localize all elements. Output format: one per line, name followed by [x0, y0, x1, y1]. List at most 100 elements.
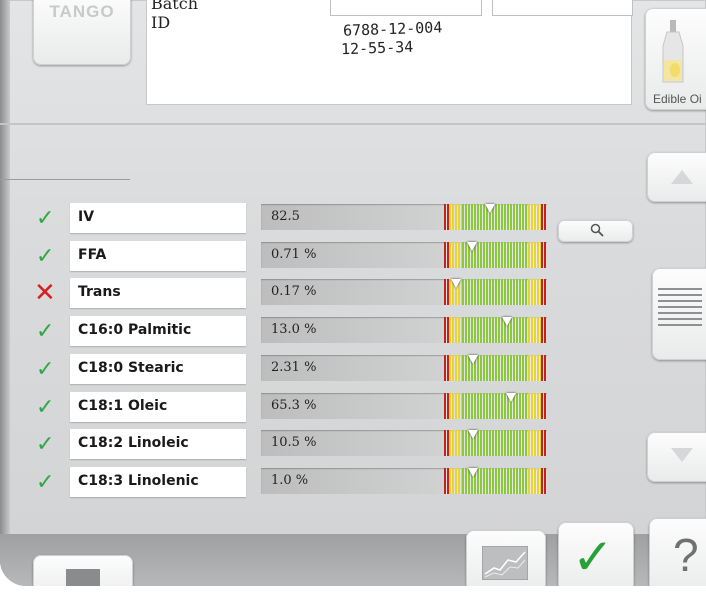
parameter-name: C18:1 Oleic	[78, 398, 168, 414]
value-marker	[468, 355, 478, 364]
pass-check-icon: ✓	[36, 470, 55, 495]
trend-button[interactable]	[466, 530, 546, 586]
tolerance-zone	[528, 468, 541, 494]
tolerance-scale	[444, 242, 546, 268]
result-row[interactable]: ✓ C18:1 Oleic 65.3 %	[0, 392, 560, 424]
parameter-name-box: IV	[70, 203, 246, 233]
tolerance-zone	[528, 393, 541, 419]
header-divider	[0, 123, 706, 125]
help-button[interactable]: ?	[649, 518, 706, 586]
tolerance-zone	[449, 393, 462, 419]
value-marker	[451, 279, 461, 288]
value-marker	[467, 242, 477, 251]
result-row[interactable]: ✓ C18:2 Linoleic 10.5 %	[0, 429, 560, 461]
tolerance-scale	[444, 279, 546, 305]
oil-bottle-icon	[662, 20, 684, 83]
pass-check-icon: ✓	[36, 319, 55, 344]
tolerance-scale	[444, 317, 546, 343]
batch-label: Batch	[151, 0, 198, 13]
result-row[interactable]: ✓ C18:0 Stearic 2.31 %	[0, 354, 560, 386]
id-value: 12-55-34	[340, 37, 414, 59]
value-marker	[506, 393, 516, 402]
pass-check-icon: ✓	[36, 244, 55, 269]
header-field	[492, 0, 633, 16]
parameter-name: FFA	[78, 247, 107, 263]
arrow-down-icon	[671, 448, 693, 462]
parameter-name: C18:0 Stearic	[78, 360, 184, 376]
tolerance-zone	[541, 393, 546, 419]
parameter-name: C18:2 Linoleic	[78, 435, 189, 451]
tolerance-zone	[541, 430, 546, 456]
zoom-button[interactable]	[558, 220, 633, 242]
tolerance-zone	[449, 355, 462, 381]
value-marker	[485, 204, 495, 213]
parameter-name-box: C18:2 Linoleic	[70, 429, 246, 459]
tolerance-scale	[444, 204, 546, 230]
product-button[interactable]: Edible Oi	[645, 8, 706, 110]
instrument-screen: TANGO Batch ID 6788-12-004 12-55-34 Edib…	[0, 0, 706, 586]
parameter-name-box: C18:0 Stearic	[70, 354, 246, 384]
parameter-value: 2.31 %	[271, 360, 317, 375]
parameter-value: 0.71 %	[271, 247, 317, 262]
parameter-value: 13.0 %	[271, 322, 317, 337]
tolerance-zone	[449, 204, 462, 230]
result-row[interactable]: ✓ FFA 0.71 %	[0, 241, 560, 273]
checkmark-icon: ✓	[572, 528, 614, 586]
arrow-up-icon	[671, 170, 693, 184]
tolerance-zone	[528, 204, 541, 230]
tolerance-zone	[541, 279, 546, 305]
parameter-name: C16:0 Palmitic	[78, 322, 192, 338]
tolerance-scale	[444, 468, 546, 494]
result-row[interactable]: ✓ C18:3 Linolenic 1.0 %	[0, 467, 560, 499]
tolerance-scale	[444, 393, 546, 419]
tango-home-button[interactable]: TANGO	[33, 0, 131, 65]
tolerance-zone	[541, 355, 546, 381]
value-marker	[502, 317, 512, 326]
parameter-name: Trans	[78, 284, 121, 300]
accept-button[interactable]: ✓	[558, 522, 634, 586]
scroll-down-button[interactable]	[647, 432, 706, 482]
print-button[interactable]	[33, 555, 133, 586]
tolerance-zone	[449, 317, 462, 343]
id-label: ID	[151, 13, 171, 32]
pass-check-icon: ✓	[36, 357, 55, 382]
batch-value: 6788-12-004	[342, 18, 443, 40]
result-row[interactable]: ✓ C16:0 Palmitic 13.0 %	[0, 316, 560, 348]
tolerance-zone	[541, 204, 546, 230]
parameter-name-box: Trans	[70, 278, 246, 308]
tolerance-scale	[444, 355, 546, 381]
scroll-up-button[interactable]	[647, 152, 706, 202]
pass-check-icon: ✓	[36, 206, 55, 231]
pass-check-icon: ✓	[36, 432, 55, 457]
parameter-name: C18:3 Linolenic	[78, 473, 199, 489]
parameter-value: 0.17 %	[271, 284, 317, 299]
tolerance-zone	[449, 468, 462, 494]
trend-chart-icon	[482, 546, 528, 580]
tolerance-zone	[541, 317, 546, 343]
help-icon: ?	[673, 529, 699, 581]
product-label: Edible Oi	[653, 92, 702, 106]
value-marker	[468, 430, 478, 439]
parameter-name: IV	[78, 209, 95, 225]
parameter-value: 65.3 %	[271, 398, 317, 413]
tolerance-zone	[528, 242, 541, 268]
tolerance-zone	[462, 393, 527, 419]
pass-check-icon: ✓	[36, 395, 55, 420]
value-marker	[468, 468, 478, 477]
tolerance-zone	[528, 430, 541, 456]
header-field	[330, 0, 482, 16]
parameter-name-box: C18:1 Oleic	[70, 392, 246, 422]
parameter-name-box: C16:0 Palmitic	[70, 316, 246, 346]
tolerance-zone	[449, 242, 462, 268]
parameter-value: 82.5	[271, 209, 300, 224]
parameter-value: 1.0 %	[271, 473, 309, 488]
fail-cross-icon: ✕	[34, 278, 56, 308]
result-row[interactable]: ✓ IV 82.5	[0, 203, 560, 235]
report-button[interactable]	[652, 268, 706, 360]
printer-icon	[66, 569, 100, 586]
tolerance-zone	[528, 279, 541, 305]
tolerance-zone	[462, 279, 527, 305]
tolerance-scale	[444, 430, 546, 456]
parameter-name-box: FFA	[70, 241, 246, 271]
result-row[interactable]: ✕ Trans 0.17 %	[0, 278, 560, 310]
